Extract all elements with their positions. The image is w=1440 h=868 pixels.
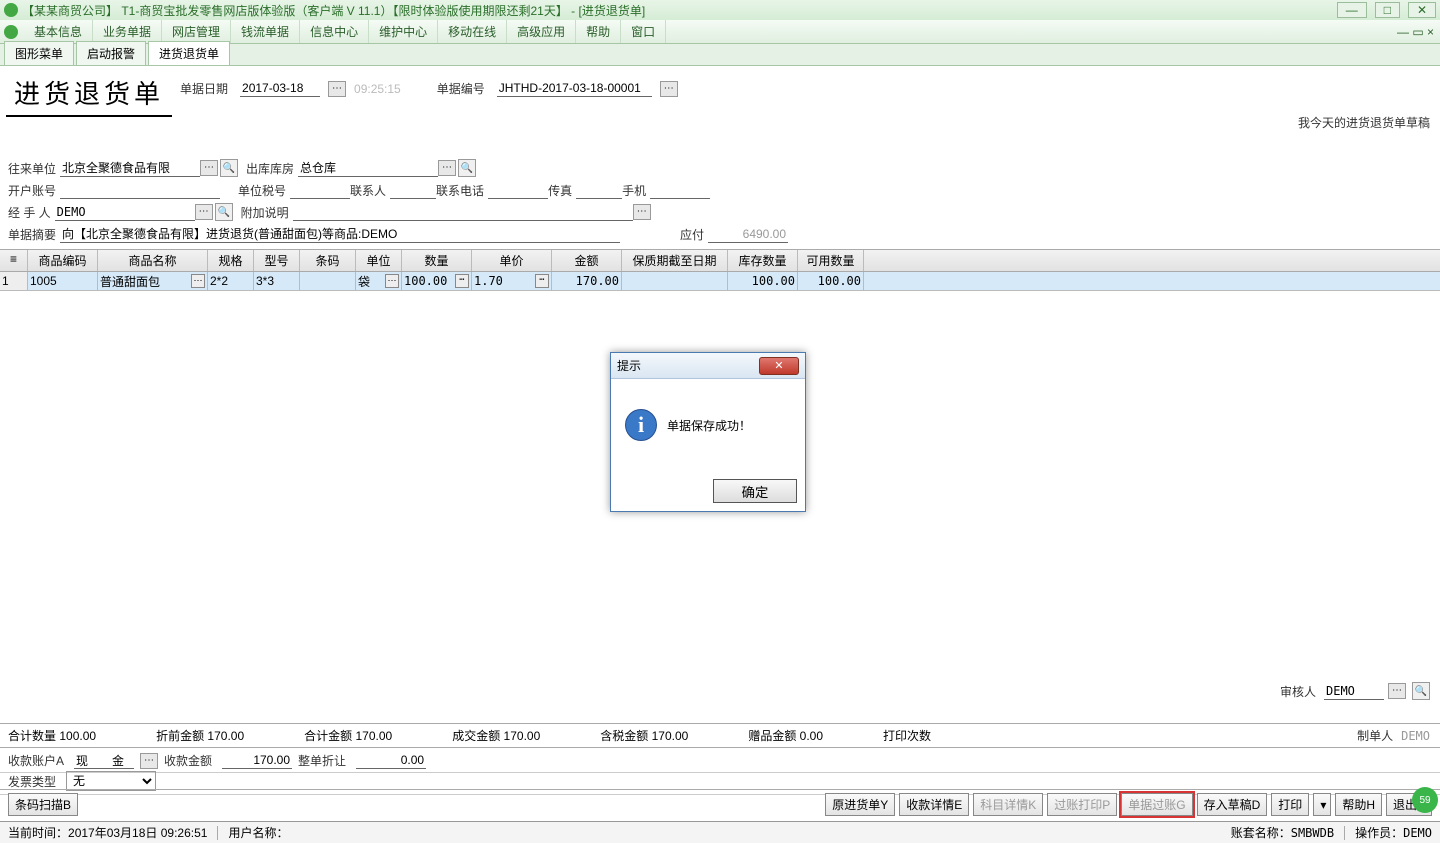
- info-icon: i: [625, 409, 657, 441]
- dialog-titlebar: 提示 ✕: [611, 353, 805, 379]
- dialog-title: 提示: [617, 357, 641, 374]
- dialog-overlay: 提示 ✕ i 单据保存成功！ 确定: [0, 0, 1440, 868]
- info-dialog: 提示 ✕ i 单据保存成功！ 确定: [610, 352, 806, 512]
- dialog-ok-button[interactable]: 确定: [713, 479, 797, 503]
- dialog-close-button[interactable]: ✕: [759, 357, 799, 375]
- dialog-message: 单据保存成功！: [667, 417, 751, 434]
